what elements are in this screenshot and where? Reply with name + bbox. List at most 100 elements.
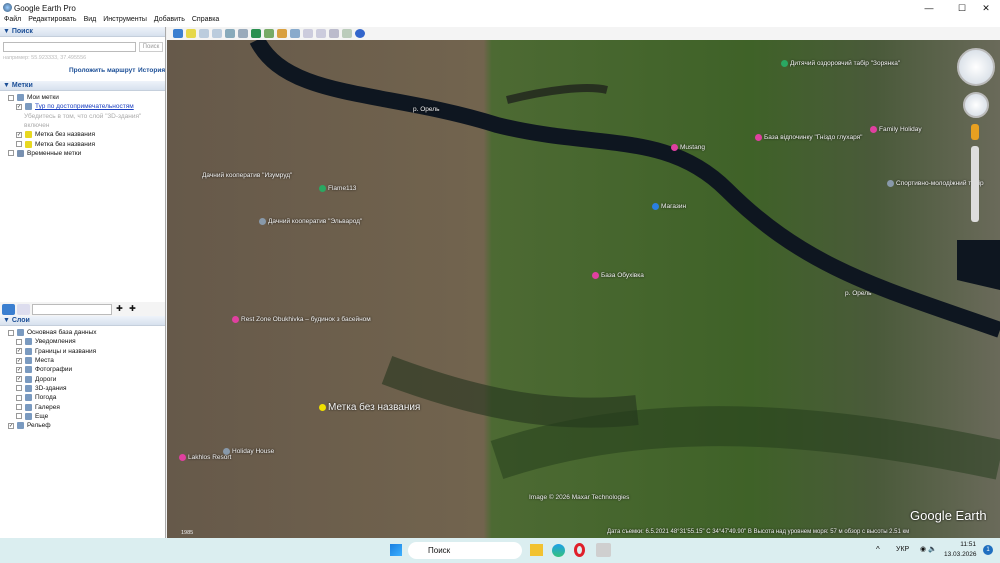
map-label[interactable]: Магазин xyxy=(652,203,686,210)
place-marker-icon[interactable] xyxy=(652,203,659,210)
map-label[interactable]: База відпочинку "Гніздо глухаря" xyxy=(755,134,862,141)
wifi-volume-icon[interactable]: ◉ 🔈 xyxy=(920,545,937,553)
map-label[interactable]: Метка без названия xyxy=(319,402,420,413)
history-link[interactable]: История xyxy=(138,67,165,74)
layers-item[interactable]: ✓ Рельеф xyxy=(0,421,165,430)
search-header[interactable]: ▼ Поиск xyxy=(0,27,165,37)
start-icon[interactable] xyxy=(390,544,402,556)
print-button[interactable] xyxy=(316,29,326,38)
place-marker-icon[interactable] xyxy=(755,134,762,141)
menu-file[interactable]: Файл xyxy=(4,16,21,27)
checkbox[interactable]: ✓ xyxy=(16,131,22,138)
place-marker-icon[interactable] xyxy=(319,185,326,192)
opera-icon[interactable] xyxy=(574,543,585,557)
save-image-button[interactable] xyxy=(329,29,339,38)
checkbox[interactable]: ✓ xyxy=(16,376,22,383)
map-label[interactable]: Дачний кооператив "Эльварод" xyxy=(259,218,362,225)
checkbox[interactable] xyxy=(16,338,22,345)
layers-header[interactable]: ▼ Слои xyxy=(0,316,165,326)
add-polygon-button[interactable] xyxy=(199,29,209,38)
layers-item[interactable]: ✓ Фотографии xyxy=(0,365,165,374)
ruler-button[interactable] xyxy=(290,29,300,38)
map-label[interactable]: Mustang xyxy=(671,144,705,151)
add-icon[interactable]: ✚ xyxy=(114,304,125,315)
menu-view[interactable]: Вид xyxy=(84,16,97,27)
sunlight-button[interactable] xyxy=(264,29,274,38)
file-explorer-icon[interactable] xyxy=(530,544,543,556)
sidebar-toggle-button[interactable] xyxy=(173,29,183,38)
layers-item[interactable]: Основная база данных xyxy=(0,328,165,337)
add-folder-icon[interactable]: ✚ xyxy=(127,304,138,315)
map-label[interactable]: Flame113 xyxy=(319,185,356,192)
layers-item[interactable]: Погода xyxy=(0,393,165,402)
clock-time[interactable]: 11:51 xyxy=(950,541,976,548)
map-label[interactable]: Lakhlos Resort xyxy=(179,454,231,461)
map-label[interactable]: База Обухівка xyxy=(592,272,644,279)
search-panel-icon[interactable] xyxy=(2,303,15,315)
place-marker-icon[interactable] xyxy=(179,454,186,461)
notification-badge[interactable]: 1 xyxy=(983,545,993,555)
add-placemark-button[interactable] xyxy=(186,29,196,38)
menu-help[interactable]: Справка xyxy=(192,16,219,27)
checkbox[interactable]: ✓ xyxy=(16,357,22,364)
historical-imagery-button[interactable] xyxy=(251,29,261,38)
sidebar-toggle-icon[interactable] xyxy=(17,303,30,315)
earth-globe-button[interactable] xyxy=(355,29,365,38)
map-label[interactable]: р. Орель xyxy=(845,290,871,297)
place-marker-icon[interactable] xyxy=(232,316,239,323)
checkbox[interactable] xyxy=(8,150,14,157)
image-overlay-button[interactable] xyxy=(225,29,235,38)
map-label[interactable]: Спортивно-молодіжний табір xyxy=(887,180,984,187)
look-joystick[interactable] xyxy=(957,48,995,86)
places-item[interactable]: Временные метки xyxy=(0,149,165,158)
chevron-up-icon[interactable]: ^ xyxy=(876,545,880,554)
checkbox[interactable]: ✓ xyxy=(16,103,22,110)
place-marker-icon[interactable] xyxy=(319,403,326,411)
checkbox[interactable]: ✓ xyxy=(16,348,22,355)
places-item[interactable]: ✓ Метка без названия xyxy=(0,130,165,139)
places-item[interactable]: Убедитесь в том, что слой "3D-здания" xyxy=(0,112,165,121)
email-button[interactable] xyxy=(303,29,313,38)
language-indicator[interactable]: УКР xyxy=(896,546,909,553)
checkbox[interactable]: ✓ xyxy=(8,422,14,429)
google-earth-taskbar-icon[interactable] xyxy=(596,543,611,557)
checkbox[interactable] xyxy=(16,413,22,420)
view-in-maps-button[interactable] xyxy=(342,29,352,38)
minimize-button[interactable]: — xyxy=(915,0,943,16)
place-marker-icon[interactable] xyxy=(870,126,877,133)
place-marker-icon[interactable] xyxy=(781,60,788,67)
planets-button[interactable] xyxy=(277,29,287,38)
zoom-slider[interactable] xyxy=(971,146,979,222)
record-tour-button[interactable] xyxy=(238,29,248,38)
checkbox[interactable] xyxy=(8,329,14,336)
checkbox[interactable]: ✓ xyxy=(16,366,22,373)
route-link[interactable]: Проложить маршрут xyxy=(69,67,135,74)
checkbox[interactable] xyxy=(16,141,22,148)
layers-item[interactable]: 3D-здания xyxy=(0,384,165,393)
places-header[interactable]: ▼ Метки xyxy=(0,81,165,91)
places-item[interactable]: ✓ Тур по достопримечательностям xyxy=(0,102,165,111)
street-view-pegman-icon[interactable] xyxy=(971,124,979,140)
checkbox[interactable] xyxy=(16,385,22,392)
panel-filter-input[interactable] xyxy=(32,303,112,315)
checkbox[interactable] xyxy=(8,94,14,101)
layers-item[interactable]: Уведомления xyxy=(0,337,165,346)
taskbar-search[interactable]: Поиск xyxy=(408,542,522,559)
add-path-button[interactable] xyxy=(212,29,222,38)
place-marker-icon[interactable] xyxy=(592,272,599,279)
place-marker-icon[interactable] xyxy=(887,180,894,187)
search-button[interactable]: Поиск xyxy=(139,42,163,52)
checkbox[interactable] xyxy=(16,404,22,411)
layers-item[interactable]: ✓ Границы и названия xyxy=(0,347,165,356)
close-button[interactable]: ✕ xyxy=(972,0,1000,16)
place-marker-icon[interactable] xyxy=(671,144,678,151)
layers-item[interactable]: ✓ Места xyxy=(0,356,165,365)
checkbox[interactable] xyxy=(16,394,22,401)
clock-date[interactable]: 13.03.2026 xyxy=(944,551,977,558)
map-label[interactable]: Family Holiday xyxy=(870,126,922,133)
layers-item[interactable]: ✓ Дороги xyxy=(0,374,165,383)
search-input[interactable] xyxy=(3,42,136,52)
layers-item[interactable]: Галерея xyxy=(0,402,165,411)
places-item[interactable]: Мои метки xyxy=(0,93,165,102)
map-label[interactable]: Rest Zone Obukhivka – будинок з басейном xyxy=(232,316,371,323)
